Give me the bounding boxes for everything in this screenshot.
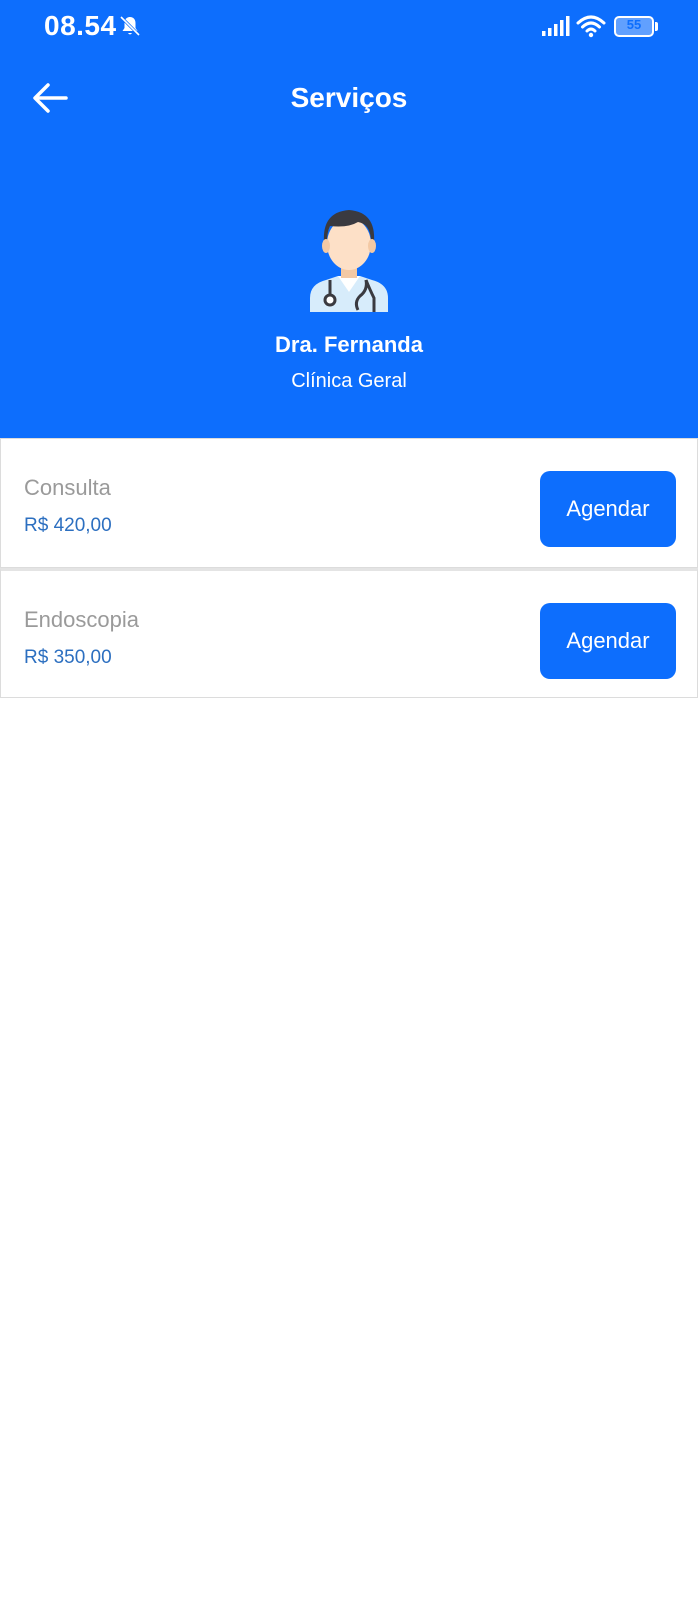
status-bar: 08.54 55: [0, 0, 698, 56]
service-name: Consulta: [24, 475, 111, 500]
status-time: 08.54: [44, 10, 117, 41]
service-item-consulta: Consulta R$ 420,00 Agendar: [0, 438, 698, 568]
wifi-icon: [576, 15, 606, 38]
doctor-name: Dra. Fernanda: [275, 332, 423, 357]
battery-level: 55: [626, 17, 642, 32]
doctor-avatar-icon: [310, 210, 388, 312]
schedule-button-endoscopia[interactable]: Agendar: [540, 603, 676, 679]
battery-icon: 55: [614, 16, 658, 38]
schedule-button-consulta[interactable]: Agendar: [540, 471, 676, 547]
header: 08.54 55 Serviços Dra. Fernanda Clínica …: [0, 0, 698, 438]
service-price: R$ 350,00: [24, 647, 112, 668]
page-title: Serviços: [290, 82, 408, 113]
service-price: R$ 420,00: [24, 515, 112, 536]
service-item-endoscopia: Endoscopia R$ 350,00 Agendar: [0, 568, 698, 698]
bell-off-icon: [119, 15, 141, 37]
doctor-specialty: Clínica Geral: [291, 370, 407, 392]
signal-icon: [542, 16, 570, 36]
service-name: Endoscopia: [24, 607, 139, 632]
service-list: Consulta R$ 420,00 Agendar Endoscopia R$…: [0, 438, 698, 698]
